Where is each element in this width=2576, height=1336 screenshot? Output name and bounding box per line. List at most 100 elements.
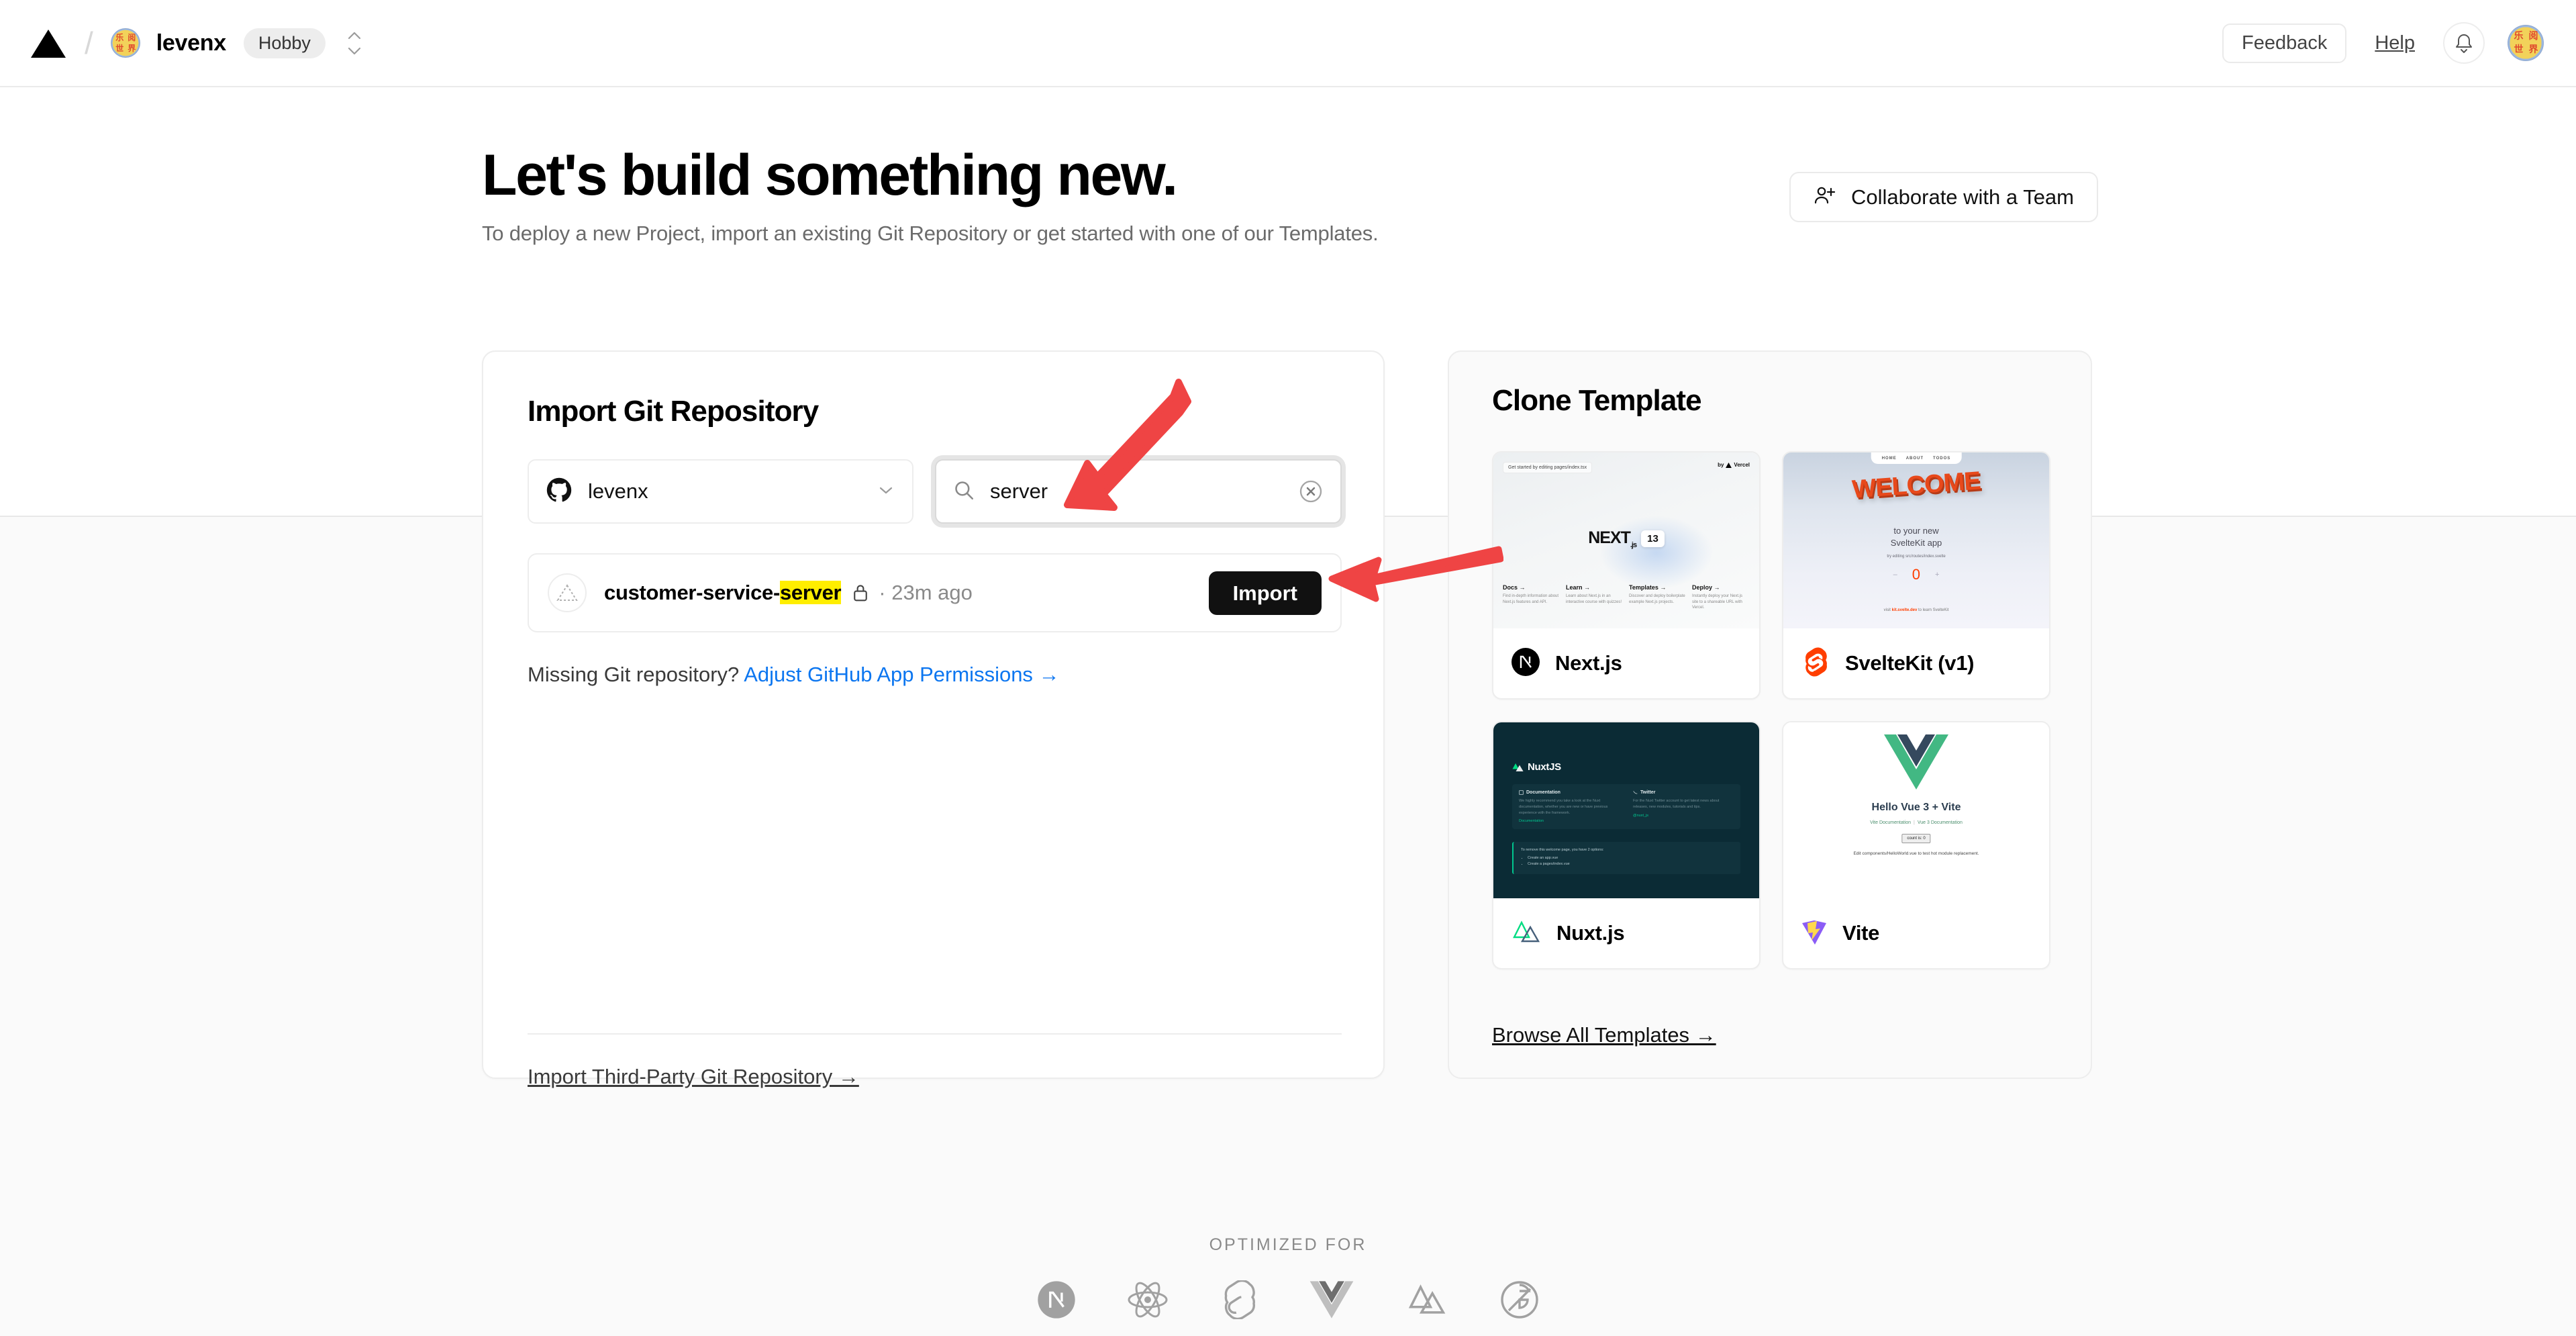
preview-info-card: Documentation We highly recommend you ta… — [1519, 790, 1608, 824]
import-button[interactable]: Import — [1208, 571, 1322, 615]
preview-welcome-text: WELCOME — [1851, 467, 1981, 504]
org-avatar[interactable]: 乐阅世界 — [110, 28, 140, 58]
bell-icon[interactable] — [2443, 22, 2485, 64]
template-name: Next.js — [1555, 651, 1622, 675]
optimized-for-footer: OPTIMIZED FOR — [0, 1235, 2576, 1323]
template-footer: Nuxt.js — [1493, 898, 1759, 968]
preview-info-card: Twitter For the Nuxt Twitter account to … — [1633, 790, 1720, 818]
page-subtitle: To deploy a new Project, import an exist… — [482, 222, 1379, 245]
search-input[interactable]: server — [935, 459, 1342, 524]
nextjs-icon — [1037, 1280, 1076, 1323]
search-input-value: server — [990, 479, 1048, 503]
import-third-party-repo-link[interactable]: Import Third-Party Git Repository → — [528, 1065, 859, 1089]
git-scope-value: levenx — [588, 479, 648, 503]
preview-nav: HOME ABOUT TODOS — [1871, 452, 1962, 464]
preview-by-vercel: by Vercel — [1718, 462, 1750, 468]
top-navigation-bar: / 乐阅世界 levenx Hobby Feedback Help 乐 阅 世 … — [0, 0, 2576, 87]
card-divider — [528, 1033, 1342, 1035]
preview-pill: Get started by editing pages/index.tsx — [1503, 462, 1593, 473]
nuxt-icon — [1405, 1282, 1449, 1321]
breadcrumb-separator: / — [85, 26, 93, 60]
preview-counter: –0 + — [1893, 566, 1940, 583]
template-preview-sveltekit: HOME ABOUT TODOS WELCOME to your new Sve… — [1783, 452, 2049, 628]
template-name: SvelteKit (v1) — [1845, 651, 1975, 675]
repository-meta: customer-service-server · 23m ago — [604, 581, 973, 605]
svelte-icon — [1220, 1279, 1258, 1323]
preview-info-cards: Documentation We highly recommend you ta… — [1512, 784, 1740, 830]
adjust-github-permissions-link[interactable]: Adjust GitHub App Permissions → — [744, 663, 1059, 686]
lock-icon — [852, 583, 869, 603]
user-plus-icon — [1814, 185, 1836, 209]
chevron-down-icon — [877, 485, 895, 499]
template-preview-nextjs: Get started by editing pages/index.tsx b… — [1493, 452, 1759, 628]
clone-card-title: Clone Template — [1492, 384, 1702, 417]
preview-wordmark: NEXT.js 13 — [1493, 528, 1759, 549]
page-root: / 乐阅世界 levenx Hobby Feedback Help 乐 阅 世 … — [0, 0, 2576, 1336]
preview-edit-hint: Edit components/HelloWorld.vue to test h… — [1853, 851, 1979, 856]
preview-glow — [1599, 516, 1714, 590]
preview-column: Deploy → Instantly deploy your Next.js si… — [1692, 583, 1743, 610]
preview-visit-line: visit kit.svelte.dev to learn SvelteKit — [1883, 608, 1949, 612]
gatsby-icon — [1500, 1280, 1539, 1323]
chevron-up-down-icon[interactable] — [343, 31, 366, 56]
breadcrumb: / 乐阅世界 levenx Hobby — [30, 27, 366, 59]
search-icon — [952, 479, 975, 505]
plan-badge[interactable]: Hobby — [243, 28, 326, 58]
collaborate-label: Collaborate with a Team — [1851, 185, 2074, 209]
optimized-for-caption: OPTIMIZED FOR — [1209, 1235, 1367, 1254]
preview-column: Templates → Discover and deploy boilerpla… — [1629, 583, 1685, 604]
preview-link-columns: Docs → Find in-depth information about Ne… — [1503, 584, 1750, 611]
preview-version-badge: 13 — [1641, 530, 1665, 547]
search-match-highlight: server — [779, 581, 842, 604]
repository-row[interactable]: customer-service-server · 23m ago Import — [528, 553, 1342, 632]
feedback-button[interactable]: Feedback — [2222, 23, 2347, 63]
org-name[interactable]: levenx — [156, 30, 226, 56]
template-card-sveltekit[interactable]: HOME ABOUT TODOS WELCOME to your new Sve… — [1782, 451, 2050, 700]
framework-logo-row — [0, 1279, 2576, 1323]
preview-panel: To remove this welcome page, you have 2 … — [1512, 842, 1740, 874]
preview-column: Docs → Find in-depth information about Ne… — [1503, 583, 1559, 604]
collaborate-with-team-button[interactable]: Collaborate with a Team — [1789, 172, 2098, 222]
vercel-triangle-logo[interactable] — [30, 27, 67, 59]
repository-name: customer-service-server — [604, 581, 842, 604]
avatar-glyphs: 乐阅世界 — [2514, 31, 2538, 55]
preview-count-button: count is: 0 — [1901, 834, 1931, 843]
missing-repository-line: Missing Git repository? Adjust GitHub Ap… — [528, 663, 1060, 687]
template-footer: Vite — [1783, 898, 2049, 968]
repository-updated: · 23m ago — [879, 581, 973, 604]
template-name: Nuxt.js — [1556, 921, 1625, 945]
vue-logo-icon — [1884, 733, 1948, 794]
help-link[interactable]: Help — [2375, 32, 2415, 54]
missing-repository-text: Missing Git repository? — [528, 663, 740, 686]
import-git-repository-card: Import Git Repository levenx server cust… — [482, 350, 1385, 1088]
template-footer: SvelteKit (v1) — [1783, 628, 2049, 698]
react-icon — [1127, 1280, 1169, 1323]
avatar-glyphs: 乐阅世界 — [115, 33, 136, 53]
nuxt-icon — [1511, 918, 1542, 949]
user-avatar[interactable]: 乐阅世界 — [2508, 25, 2544, 61]
template-preview-vite: Hello Vue 3 + Vite Vite Documentation | Vu… — [1783, 722, 2049, 898]
template-card-vite[interactable]: Hello Vue 3 + Vite Vite Documentation | Vu… — [1782, 721, 2050, 969]
template-card-nuxtjs[interactable]: NuxtJS Documentation We highly recommend… — [1492, 721, 1761, 969]
circle-x-icon[interactable] — [1297, 478, 1324, 505]
template-preview-nuxtjs: NuxtJS Documentation We highly recommend… — [1493, 722, 1759, 898]
svelte-icon — [1801, 647, 1830, 680]
git-scope-select[interactable]: levenx — [528, 459, 913, 524]
top-bar-actions: Feedback Help 乐阅世界 — [2222, 22, 2544, 64]
github-icon — [546, 477, 572, 506]
clone-template-card: Clone Template Get started by editing pa… — [1448, 350, 2092, 1079]
preview-hint: try editing src/routes/index.svelte — [1887, 555, 1946, 559]
preview-heading: Hello Vue 3 + Vite — [1871, 802, 1961, 813]
repo-search-wrapper: server — [935, 459, 1342, 524]
preview-subtitle: to your new SvelteKit app — [1890, 526, 1942, 548]
preview-links: Vite Documentation | Vue 3 Documentation — [1870, 820, 1963, 825]
template-footer: Next.js — [1493, 628, 1759, 698]
nextjs-icon — [1511, 647, 1540, 680]
preview-column: Learn → Learn about Next.js in an interac… — [1566, 583, 1622, 604]
template-grid: Get started by editing pages/index.tsx b… — [1492, 451, 2050, 969]
vercel-outline-icon — [548, 573, 587, 612]
preview-brand: NuxtJS — [1512, 761, 1561, 773]
vite-icon — [1801, 918, 1828, 949]
template-card-nextjs[interactable]: Get started by editing pages/index.tsx b… — [1492, 451, 1761, 700]
browse-all-templates-link[interactable]: Browse All Templates → — [1492, 1023, 1716, 1047]
